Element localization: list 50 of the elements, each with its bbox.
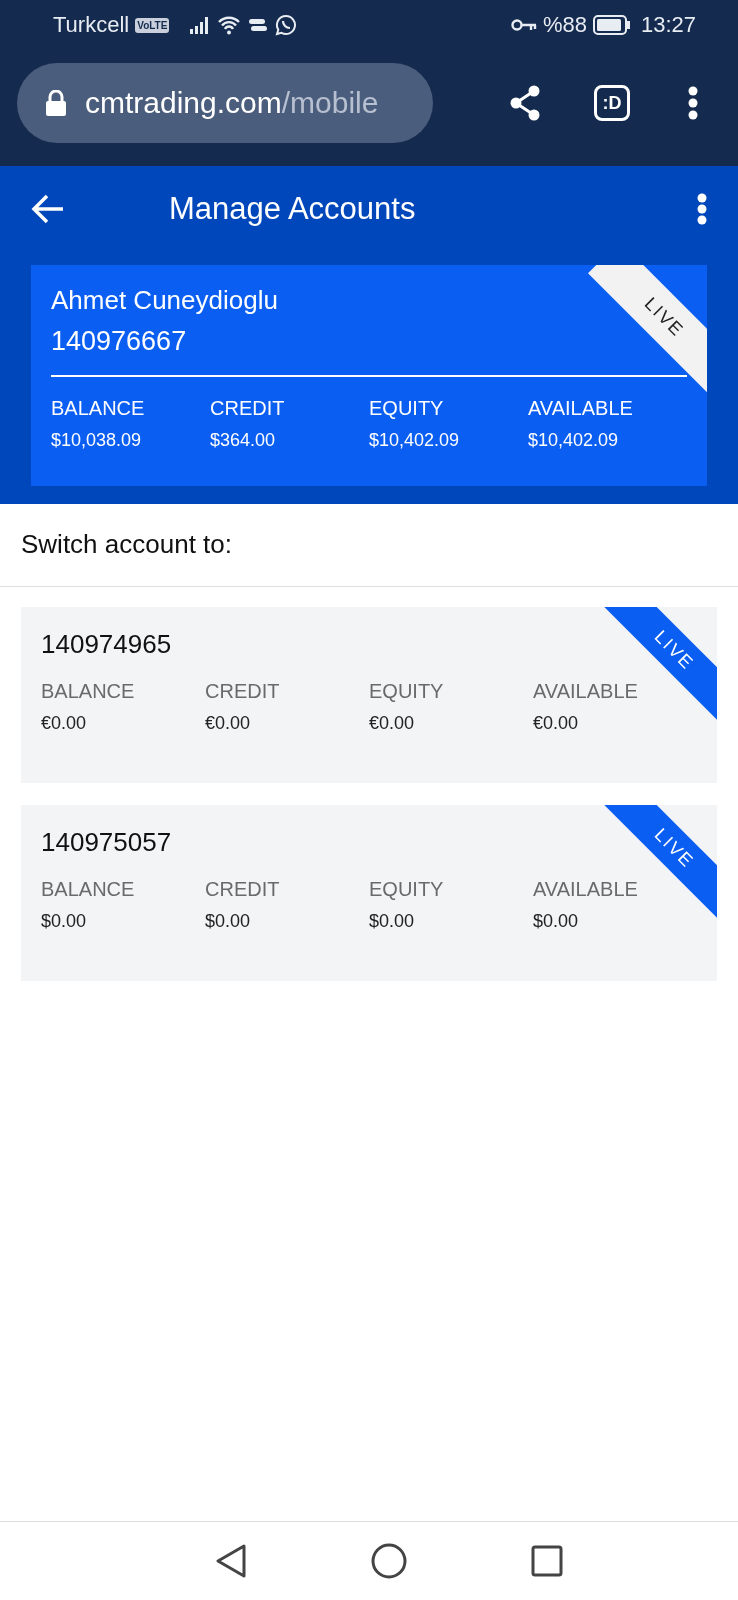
stat-value: $0.00 [205,911,252,932]
stat-value: $10,038.09 [51,430,143,451]
url-text: cmtrading.com/mobile [85,86,379,120]
transfer-icon [247,16,270,34]
stat-label: AVAILABLE [533,680,639,703]
stat-label: AVAILABLE [528,397,634,420]
back-icon[interactable] [215,1544,247,1578]
tabs-button[interactable]: :D [594,85,630,121]
menu-icon[interactable] [688,86,698,120]
account-number: 140976667 [51,326,187,357]
recent-apps-icon[interactable] [531,1545,563,1577]
network-badge: VoLTE [135,17,170,33]
stat-label: BALANCE [41,878,136,901]
stat-label: EQUITY [369,878,445,901]
battery-icon [592,15,631,35]
stat-value: $10,402.09 [369,430,461,451]
stat-value: €0.00 [369,713,416,734]
key-icon [510,18,537,32]
battery-percent: %88 [542,12,587,38]
section-heading: Switch account to: [0,504,738,587]
stat-value: $0.00 [533,911,580,932]
stat-label: EQUITY [369,397,445,420]
stat-label: CREDIT [205,680,281,703]
stat-label: CREDIT [210,397,286,420]
more-options-icon[interactable] [697,193,707,225]
stat-label: AVAILABLE [533,878,639,901]
chat-bubble-icon [275,14,298,36]
share-icon[interactable] [508,85,542,121]
stat-value: $0.00 [41,911,88,932]
stat-value: $364.00 [210,430,277,451]
account-holder-name: Ahmet Cuneydioglu [51,285,278,316]
clock-time: 13:27 [640,12,696,38]
page-title: Manage Accounts [169,191,417,227]
stat-label: BALANCE [41,680,136,703]
address-bar[interactable]: cmtrading.com/mobile [17,63,433,143]
back-arrow-icon[interactable] [31,194,65,224]
account-number: 140975057 [41,827,172,858]
stat-value: €0.00 [41,713,88,734]
stat-label: EQUITY [369,680,445,703]
lock-icon [45,90,67,116]
stat-value: $10,402.09 [528,430,620,451]
home-icon[interactable] [371,1543,407,1579]
wifi-icon [217,15,242,35]
carrier-name: Turkcell [53,12,130,38]
stat-value: $0.00 [369,911,416,932]
stat-value: €0.00 [533,713,580,734]
stat-label: CREDIT [205,878,281,901]
stat-value: €0.00 [205,713,252,734]
stat-label: BALANCE [51,397,146,420]
account-number: 140974965 [41,629,172,660]
